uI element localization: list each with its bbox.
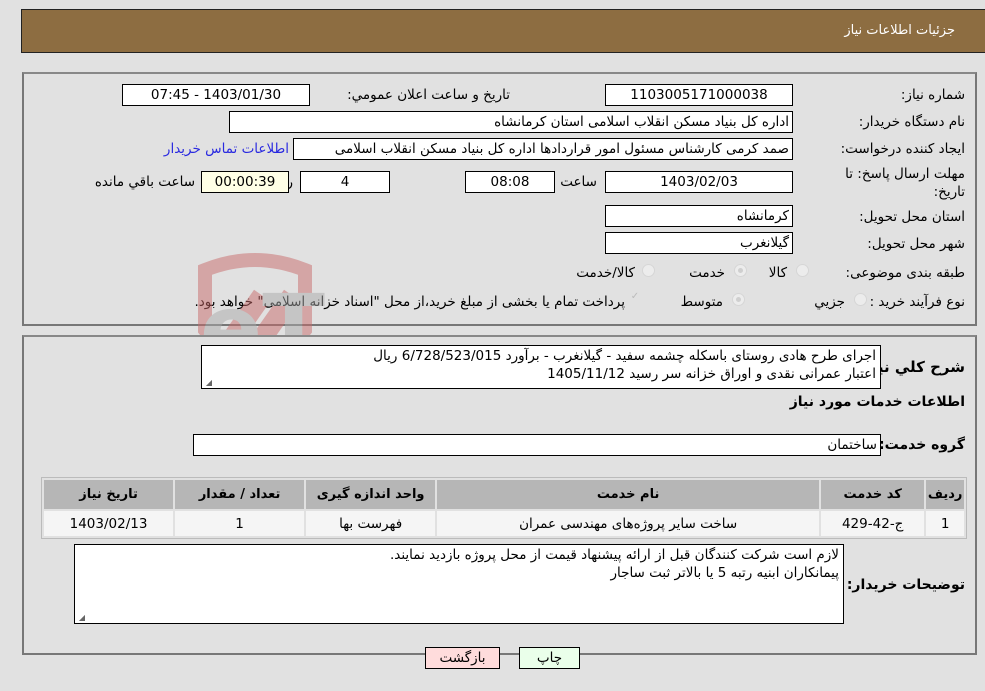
category-radio-goods[interactable] [796,264,809,277]
buyer-notes-label: توضیحات خریدار: [846,577,965,593]
table-row: 1 ج-42-429 ساخت سایر پروژه‌های مهندسی عم… [44,511,964,536]
city-label: شهر محل تحویل: [867,236,965,252]
table-header-row: ردیف کد خدمت نام خدمت واحد اندازه گیری ت… [44,480,964,509]
need-number-field: 1103005171000038 [605,84,793,106]
treasury-note: پرداخت تمام یا بخشی از مبلغ خرید،از محل … [194,294,625,310]
deadline-label: مهلت ارسال پاسخ: تا تاریخ: [845,166,965,200]
category-radio-goods-service[interactable] [642,264,655,277]
treasury-checkbox[interactable]: ✓ [629,292,641,304]
back-button[interactable]: بازگشت [425,647,500,669]
city-field: گیلانغرب [605,232,793,254]
need-number-label: شماره نیاز: [900,87,965,103]
resize-grip-icon[interactable]: ◢ [77,614,85,622]
cell-row-number: 1 [926,511,964,536]
deadline-time-label: ساعت [560,174,597,190]
resize-grip-icon[interactable]: ◢ [204,379,212,387]
col-row-number: ردیف [926,480,964,509]
days-remaining-field: 4 [300,171,390,193]
cell-quantity: 1 [175,511,305,536]
category-radio-service[interactable] [734,264,747,277]
service-group-label: گروه خدمت: [879,437,965,453]
remaining-time-field: 00:00:39 [201,171,289,193]
remaining-time-label: ساعت باقي مانده [94,174,195,190]
buyer-contact-link[interactable]: اطلاعات تماس خریدار [164,141,289,157]
purchase-option-minor: جزيي [814,294,845,310]
category-label: طبقه بندی موضوعی: [845,265,965,281]
col-service-name: نام خدمت [437,480,820,509]
province-field: کرمانشاه [605,205,793,227]
col-unit: واحد اندازه گیری [306,480,436,509]
services-section-title: اطلاعات خدمات مورد نیاز [789,394,965,410]
purchase-radio-medium[interactable] [732,293,745,306]
description-textarea[interactable]: اجرای طرح هادی روستای باسکله چشمه سفید -… [201,345,881,389]
buyer-notes-line-2: پیمانکاران ابنیه رتبه 5 یا بالاتر ثبت سا… [610,565,839,581]
col-service-code: کد خدمت [821,480,925,509]
page-title: جزئیات اطلاعات نیاز [844,23,955,38]
deadline-time-field: 08:08 [465,171,555,193]
page-header: جزئیات اطلاعات نیاز [21,9,985,53]
buyer-notes-line-1: لازم است شرکت کنندگان قبل از ارائه پیشنه… [389,547,839,563]
services-table: ردیف کد خدمت نام خدمت واحد اندازه گیری ت… [41,477,967,539]
cell-unit: فهرست بها [306,511,436,536]
buyer-notes-textarea[interactable]: لازم است شرکت کنندگان قبل از ارائه پیشنه… [74,544,844,624]
requester-label: ایجاد کننده درخواست: [840,141,965,157]
buyer-org-label: نام دستگاه خریدار: [858,114,965,130]
requester-field: صمد کرمی کارشناس مسئول امور قراردادها اد… [293,138,793,160]
col-quantity: تعداد / مقدار [175,480,305,509]
category-option-service: خدمت [689,265,725,281]
purchase-option-medium: متوسط [680,294,723,310]
category-option-goods-service: کالا/خدمت [576,265,635,281]
buyer-org-field: اداره کل بنیاد مسکن انقلاب اسلامی استان … [229,111,793,133]
purchase-radio-minor[interactable] [854,293,867,306]
deadline-date-field: 1403/02/03 [605,171,793,193]
cell-service-name: ساخت سایر پروژه‌های مهندسی عمران [437,511,820,536]
purchase-type-label: نوع فرآیند خرید : [869,294,965,310]
need-info-panel: شماره نیاز: 1103005171000038 تاریخ و ساع… [22,72,977,326]
cell-service-code: ج-42-429 [821,511,925,536]
service-group-field: ساختمان [193,434,881,456]
announce-datetime-label: تاریخ و ساعت اعلان عمومي: [347,87,510,103]
description-line-2: اعتبار عمرانی نقدی و اوراق خزانه سر رسید… [547,366,876,382]
category-option-goods: کالا [768,265,787,281]
announce-datetime-field: 1403/01/30 - 07:45 [122,84,310,106]
cell-need-date: 1403/02/13 [44,511,174,536]
col-need-date: تاریخ نیاز [44,480,174,509]
print-button[interactable]: چاپ [519,647,580,669]
details-panel: شرح كلي نياز: اجرای طرح هادی روستای باسک… [22,335,977,655]
province-label: استان محل تحویل: [859,209,965,225]
description-line-1: اجرای طرح هادی روستای باسکله چشمه سفید -… [373,348,876,364]
